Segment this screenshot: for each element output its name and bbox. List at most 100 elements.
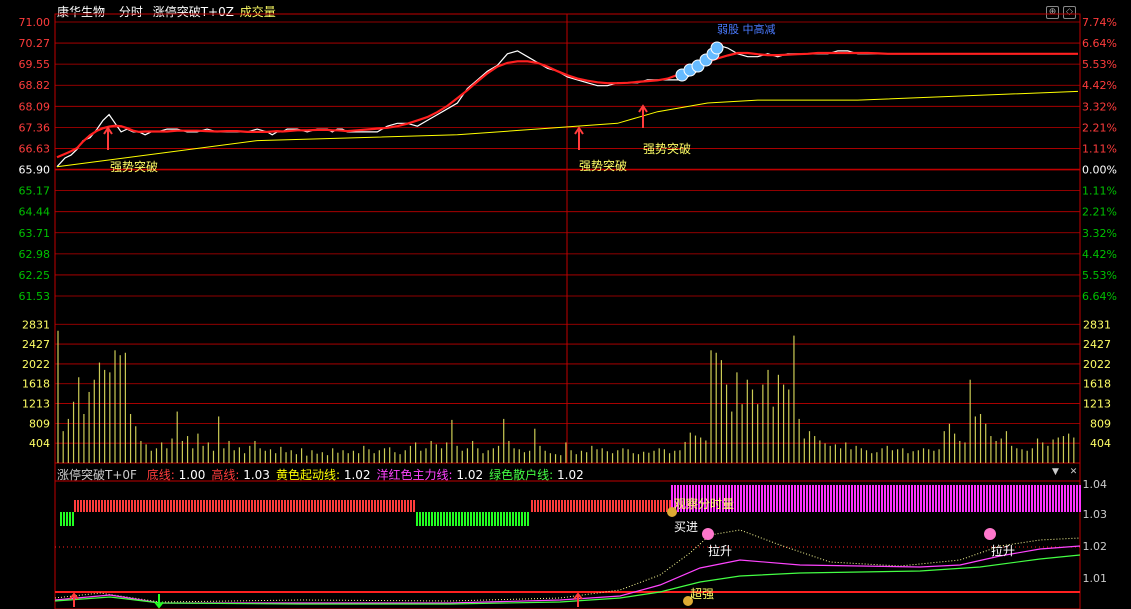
signal-bar: [452, 512, 454, 526]
signal-bar: [917, 485, 919, 512]
signal-bar: [603, 500, 605, 512]
signal-bar: [803, 485, 805, 512]
signal-bar: [164, 500, 166, 512]
signal-bar: [344, 500, 346, 512]
signal-bar: [1037, 485, 1039, 512]
signal-bar: [567, 500, 569, 512]
signal-bar: [407, 500, 409, 512]
signal-bar: [588, 500, 590, 512]
signal-bar: [1070, 485, 1072, 512]
signal-bar: [230, 500, 232, 512]
signal-bar: [555, 500, 557, 512]
sub-tick-right: 1.01: [1083, 572, 1108, 585]
signal-bar: [902, 485, 904, 512]
pct-tick-right: 5.53%: [1082, 58, 1117, 71]
signal-bar: [482, 512, 484, 526]
signal-bar: [275, 500, 277, 512]
signal-bar: [233, 500, 235, 512]
breakout-label: 强势突破: [643, 141, 691, 156]
signal-bar: [543, 500, 545, 512]
signal-bar: [866, 485, 868, 512]
signal-bar: [308, 500, 310, 512]
volume-tick-right: 404: [1090, 437, 1111, 450]
signal-bar: [591, 500, 593, 512]
volume-tick-right: 2022: [1083, 358, 1111, 371]
signal-bar: [998, 485, 1000, 512]
signal-bar: [422, 512, 424, 526]
signal-bar: [842, 485, 844, 512]
signal-bar: [464, 512, 466, 526]
signal-bar: [938, 485, 940, 512]
price-tick-left: 68.09: [19, 100, 51, 113]
price-tick-left: 65.90: [19, 164, 51, 177]
pull-up-label: 拉升: [708, 543, 732, 558]
signal-bar: [812, 485, 814, 512]
signal-bar: [428, 512, 430, 526]
signal-bar: [92, 500, 94, 512]
signal-bar: [809, 485, 811, 512]
signal-bar: [203, 500, 205, 512]
signal-bar: [69, 512, 71, 526]
signal-bar: [651, 500, 653, 512]
signal-bar: [386, 500, 388, 512]
chart-area: 71.00 7.74% 70.27 6.64% 69.55 5.53% 68.82 4.42%…: [19, 13, 1117, 609]
signal-bar: [827, 485, 829, 512]
signal-bar: [564, 500, 566, 512]
pct-tick-right: 0.00%: [1082, 164, 1117, 177]
signal-bar: [914, 485, 916, 512]
signal-bar: [824, 485, 826, 512]
signal-bar: [461, 512, 463, 526]
signal-bar: [609, 500, 611, 512]
signal-bar: [311, 500, 313, 512]
signal-bar: [737, 485, 739, 512]
signal-bar: [887, 485, 889, 512]
signal-bar: [302, 500, 304, 512]
pct-tick-right: 5.53%: [1082, 269, 1117, 282]
signal-bar: [263, 500, 265, 512]
signal-bar: [128, 500, 130, 512]
signal-bar: [509, 512, 511, 526]
signal-bar: [224, 500, 226, 512]
signal-bar: [197, 500, 199, 512]
volume-tick-left: 2427: [22, 338, 50, 351]
signal-bar: [503, 512, 505, 526]
signal-bubble: [710, 41, 724, 55]
signal-bar: [779, 485, 781, 512]
signal-bar: [881, 485, 883, 512]
signal-bar: [654, 500, 656, 512]
signal-bar: [818, 485, 820, 512]
price-tick-left: 71.00: [19, 16, 51, 29]
signal-bar: [185, 500, 187, 512]
volume-tick-right: 2427: [1083, 338, 1111, 351]
signal-bar: [944, 485, 946, 512]
signal-bar: [176, 500, 178, 512]
signal-bar: [89, 500, 91, 512]
signal-bar: [500, 512, 502, 526]
signal-bar: [1040, 485, 1042, 512]
signal-bar: [167, 500, 169, 512]
signal-bar: [131, 500, 133, 512]
buy-label: 买进: [674, 520, 698, 534]
signal-bar: [636, 500, 638, 512]
signal-bar: [905, 485, 907, 512]
signal-bar: [392, 500, 394, 512]
signal-bar: [549, 500, 551, 512]
signal-bar: [476, 512, 478, 526]
signal-bar: [470, 512, 472, 526]
price-tick-left: 70.27: [19, 37, 51, 50]
signal-bar: [657, 500, 659, 512]
signal-bar: [1004, 485, 1006, 512]
signal-bar: [374, 500, 376, 512]
signal-bar: [752, 485, 754, 512]
rocket-icon: [984, 528, 996, 540]
signal-bar: [434, 512, 436, 526]
signal-bar: [221, 500, 223, 512]
signal-bar: [1007, 485, 1009, 512]
signal-bar: [209, 500, 211, 512]
signal-bar: [218, 500, 220, 512]
up-arrow-icon: [69, 592, 79, 607]
signal-bar: [1079, 485, 1081, 512]
signal-bar: [272, 500, 274, 512]
signal-bar: [497, 512, 499, 526]
signal-bar: [785, 485, 787, 512]
